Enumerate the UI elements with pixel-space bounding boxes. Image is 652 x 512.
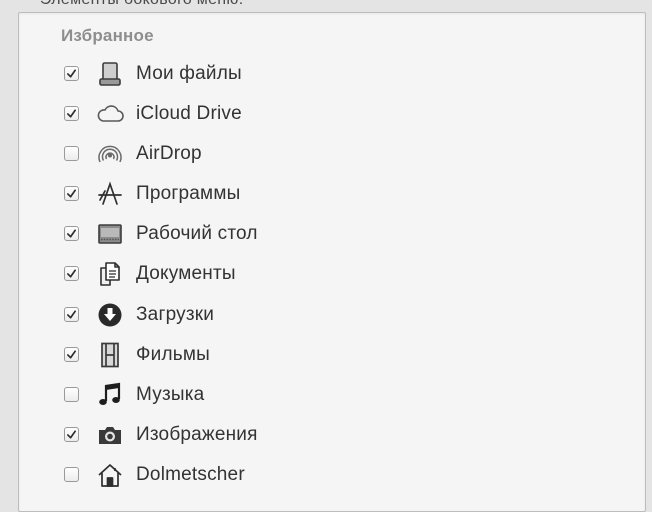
- sidebar-items-heading: Элементы бокового меню:: [40, 0, 243, 9]
- favorites-item-movies: Фильмы: [19, 335, 645, 375]
- favorites-item-label: Документы: [136, 263, 236, 285]
- favorites-item-downloads: Загрузки: [19, 295, 645, 335]
- checkmark-icon: [67, 430, 76, 439]
- desktop-icon: [95, 219, 125, 249]
- downloads-icon: [95, 300, 125, 330]
- sidebar-items-panel: Избранное Мои файлы iCloud Drive AirDrop…: [18, 12, 646, 512]
- home-icon: [95, 460, 125, 490]
- favorites-item-music: Музыка: [19, 375, 645, 415]
- favorites-item-label: Музыка: [136, 383, 205, 405]
- favorites-list: Мои файлы iCloud Drive AirDrop Программы…: [19, 54, 645, 495]
- checkbox-downloads[interactable]: [64, 306, 79, 322]
- favorites-item-label: Загрузки: [136, 303, 215, 325]
- favorites-item-label: Мои файлы: [136, 63, 242, 84]
- checkmark-icon: [67, 189, 76, 198]
- favorites-item-documents: Документы: [19, 254, 645, 294]
- favorites-item-airdrop: AirDrop: [19, 134, 645, 174]
- favorites-item-label: iCloud Drive: [136, 103, 242, 125]
- favorites-item-label: Dolmetscher: [136, 463, 245, 485]
- all-my-files-icon: [95, 59, 125, 89]
- applications-icon: [95, 179, 125, 209]
- checkbox-icloud-drive[interactable]: [64, 106, 79, 122]
- favorites-section-title: Избранное: [61, 26, 154, 45]
- favorites-item-label: Программы: [136, 183, 241, 205]
- checkbox-all-my-files[interactable]: [64, 66, 79, 81]
- checkmark-icon: [67, 269, 76, 279]
- cloud-icon: [95, 99, 125, 129]
- documents-icon: [95, 259, 125, 289]
- favorites-item-label: Изображения: [136, 423, 258, 445]
- movies-icon: [95, 340, 125, 370]
- checkbox-airdrop[interactable]: [64, 146, 79, 162]
- checkbox-music[interactable]: [64, 386, 79, 402]
- favorites-item-label: Фильмы: [136, 343, 210, 365]
- checkmark-icon: [67, 229, 76, 238]
- checkbox-home[interactable]: [64, 466, 79, 482]
- airdrop-icon: [95, 139, 125, 169]
- favorites-item-pictures: Изображения: [19, 415, 645, 455]
- checkbox-documents[interactable]: [64, 266, 79, 282]
- checkbox-applications[interactable]: [64, 186, 79, 202]
- favorites-item-label: Рабочий стол: [136, 223, 258, 245]
- checkbox-pictures[interactable]: [64, 426, 79, 442]
- favorites-item-desktop: Рабочий стол: [19, 214, 645, 254]
- checkmark-icon: [67, 69, 76, 78]
- favorites-item-label: AirDrop: [136, 143, 202, 165]
- pictures-icon: [95, 420, 125, 450]
- checkmark-icon: [67, 109, 76, 118]
- checkmark-icon: [67, 350, 76, 359]
- favorites-item-icloud-drive: iCloud Drive: [19, 94, 645, 134]
- checkbox-desktop[interactable]: [64, 226, 79, 242]
- favorites-item-home: Dolmetscher: [19, 455, 645, 495]
- music-icon: [95, 380, 125, 410]
- checkbox-movies[interactable]: [64, 346, 79, 362]
- favorites-item-all-my-files: Мои файлы: [19, 54, 645, 94]
- favorites-item-applications: Программы: [19, 174, 645, 214]
- checkmark-icon: [67, 310, 76, 319]
